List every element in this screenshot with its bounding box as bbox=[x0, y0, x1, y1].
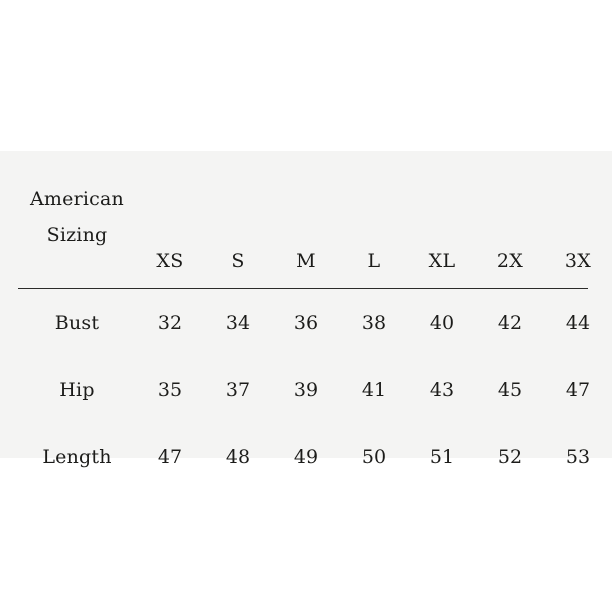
cell-hip-2x: 45 bbox=[497, 378, 523, 401]
cell-bust-xl: 40 bbox=[429, 311, 455, 334]
column-header-l: L bbox=[367, 250, 381, 272]
cell-bust-l: 38 bbox=[361, 311, 387, 334]
cell-bust-m: 36 bbox=[293, 311, 319, 334]
row-label-hip: Hip bbox=[59, 378, 95, 401]
cell-length-xs: 47 bbox=[157, 445, 183, 468]
size-chart-panel: American Sizing XS S M L XL 2X 3X Bust 3… bbox=[0, 151, 612, 468]
cell-length-xl: 51 bbox=[429, 445, 455, 468]
cell-hip-3x: 47 bbox=[565, 378, 591, 401]
table-body: Bust 32 34 36 38 40 42 44 Hip 35 37 39 4… bbox=[0, 288, 612, 490]
cell-hip-m: 39 bbox=[293, 378, 319, 401]
chart-title-line-1: American bbox=[30, 188, 124, 210]
page-canvas: American Sizing XS S M L XL 2X 3X Bust 3… bbox=[0, 0, 612, 612]
cell-hip-xl: 43 bbox=[429, 378, 455, 401]
cell-bust-2x: 42 bbox=[497, 311, 523, 334]
header-row: American Sizing XS S M L XL 2X 3X bbox=[0, 151, 612, 288]
table-header: American Sizing XS S M L XL 2X 3X bbox=[0, 151, 612, 288]
cell-hip-l: 41 bbox=[361, 378, 387, 401]
column-header-3x: 3X bbox=[564, 250, 592, 272]
cell-hip-s: 37 bbox=[225, 378, 251, 401]
cell-length-m: 49 bbox=[293, 445, 319, 468]
column-header-xs: XS bbox=[156, 250, 184, 272]
column-header-2x: 2X bbox=[496, 250, 524, 272]
size-chart-table: American Sizing XS S M L XL 2X 3X Bust 3… bbox=[0, 151, 612, 490]
column-header-xl: XL bbox=[428, 250, 456, 272]
chart-title: American Sizing bbox=[0, 151, 136, 288]
column-header-s: S bbox=[231, 250, 245, 272]
column-header-m: M bbox=[296, 250, 316, 272]
cell-bust-s: 34 bbox=[225, 311, 251, 334]
cell-length-s: 48 bbox=[225, 445, 251, 468]
row-label-length: Length bbox=[42, 445, 112, 468]
table-row: Hip 35 37 39 41 43 45 47 bbox=[0, 356, 612, 423]
cell-length-3x: 53 bbox=[565, 445, 591, 468]
cell-length-2x: 52 bbox=[497, 445, 523, 468]
cell-bust-xs: 32 bbox=[157, 311, 183, 334]
cell-hip-xs: 35 bbox=[157, 378, 183, 401]
table-row: Bust 32 34 36 38 40 42 44 bbox=[0, 289, 612, 356]
table-row: Length 47 48 49 50 51 52 53 bbox=[0, 423, 612, 490]
chart-title-line-2: Sizing bbox=[46, 224, 108, 246]
cell-bust-3x: 44 bbox=[565, 311, 591, 334]
row-label-bust: Bust bbox=[54, 311, 100, 334]
cell-length-l: 50 bbox=[361, 445, 387, 468]
